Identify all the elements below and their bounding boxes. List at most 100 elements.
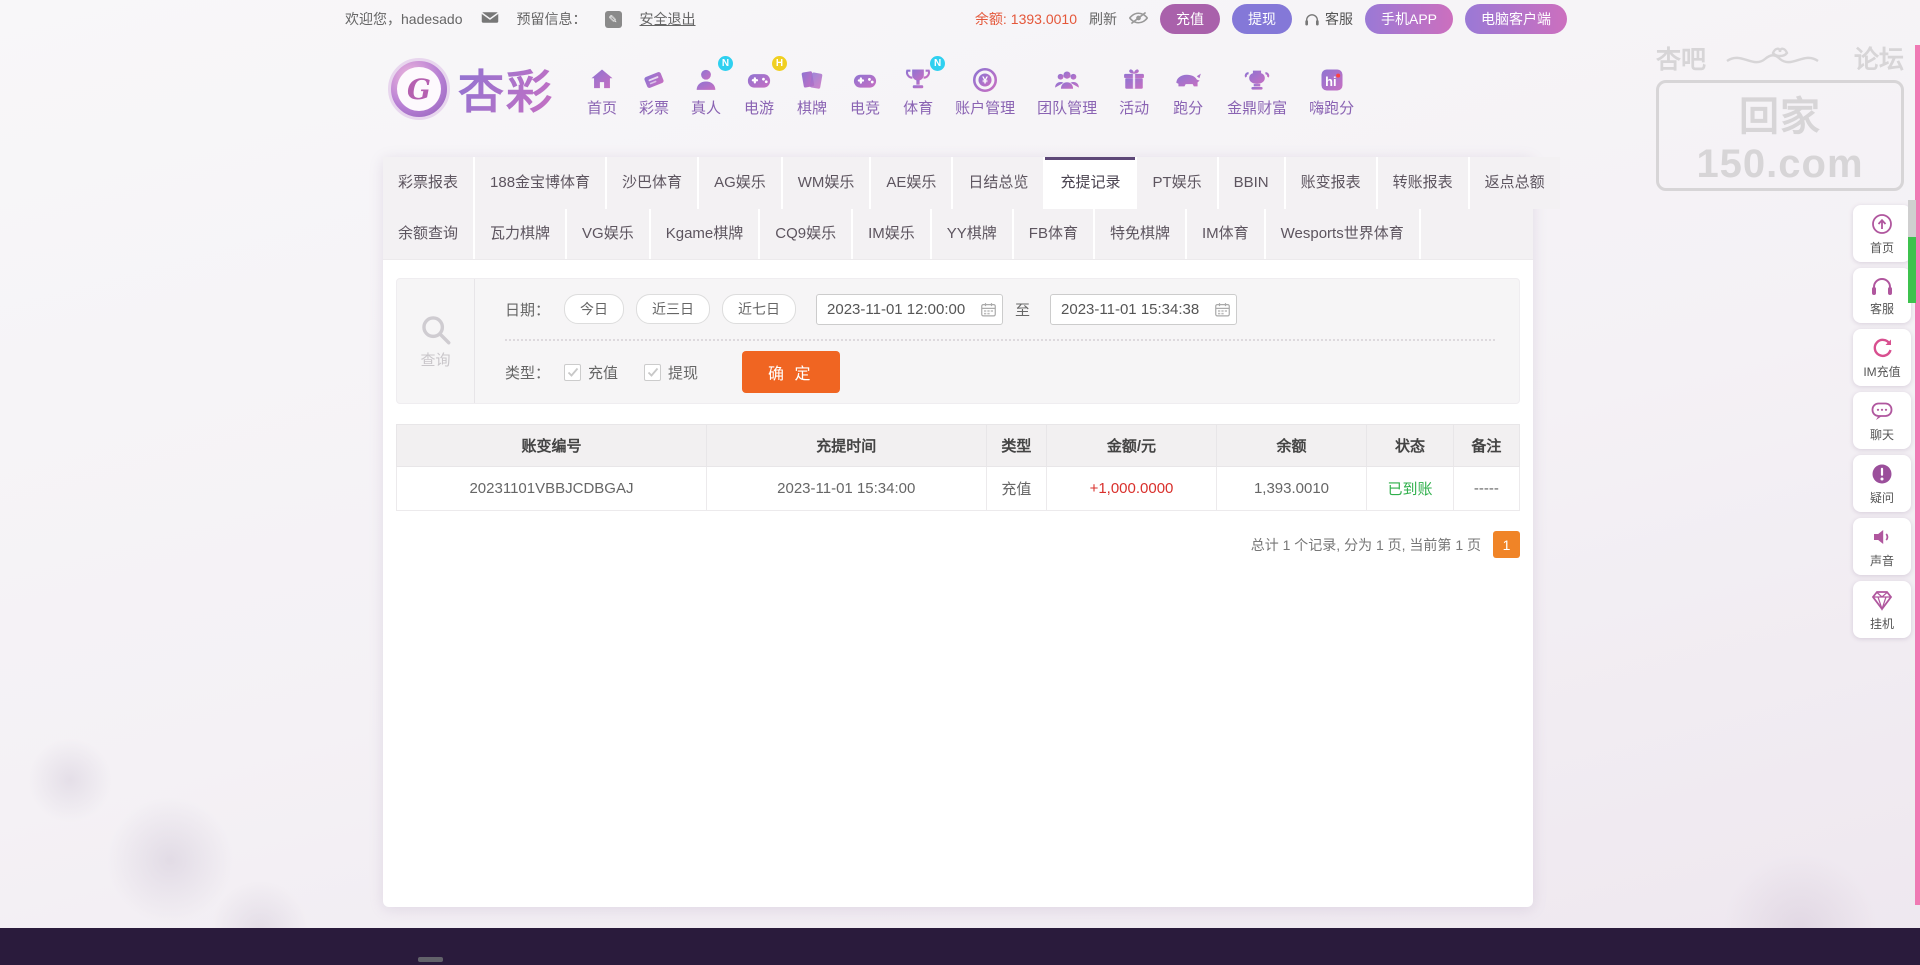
nav-item-wealth[interactable]: 金鼎财富 [1227,60,1287,118]
range-7days-button[interactable]: 近七日 [722,294,796,324]
tab-item[interactable]: IM体育 [1187,209,1264,259]
tab-item[interactable]: BBIN [1219,157,1284,209]
toolbar-back-to-top[interactable]: 首页 [1853,205,1911,262]
toolbar-question[interactable]: 疑问 [1853,455,1911,512]
search-icon [419,313,453,347]
home-icon [587,60,617,94]
tab-item[interactable]: AG娱乐 [699,157,781,209]
filter-panel: 查询 日期： 今日 近三日 近七日 至 类型： [396,278,1520,404]
date-from-input[interactable] [816,294,1003,325]
tab-item[interactable]: 账变报表 [1286,157,1376,209]
calendar-icon [1215,302,1230,317]
type-recharge-checkbox[interactable]: 充值 [564,362,618,383]
eye-off-icon[interactable] [1129,11,1148,28]
hot-badge: H [772,56,787,71]
records-table: 账变编号 充提时间 类型 金额/元 余额 状态 备注 20231101VBBJC… [396,424,1520,511]
tab-item[interactable]: 彩票报表 [383,157,473,209]
rhino-icon [1171,60,1205,94]
new-badge: N [718,56,733,71]
confirm-button[interactable]: 确 定 [742,351,839,393]
page-1-button[interactable]: 1 [1493,531,1520,558]
toolbar-sound[interactable]: 声音 [1853,518,1911,575]
nav-item-hipaofen[interactable]: hi 嗨跑分 [1309,60,1354,118]
report-tabs: 彩票报表 188金宝博体育 沙巴体育 AG娱乐 WM娱乐 AE娱乐 日结总览 充… [383,157,1533,260]
tab-item[interactable]: Wesports世界体育 [1266,209,1419,259]
query-block: 查询 [397,279,475,403]
toolbar-idle[interactable]: 挂机 [1853,581,1911,638]
range-3days-button[interactable]: 近三日 [636,294,710,324]
date-to-input[interactable] [1050,294,1237,325]
tab-item[interactable]: 特免棋牌 [1095,209,1185,259]
right-edge-strip [1915,45,1920,905]
tab-item[interactable]: 瓦力棋牌 [475,209,565,259]
nav-item-lottery[interactable]: 彩票 [639,60,669,118]
tab-item[interactable]: YY棋牌 [932,209,1012,259]
nav-item-promotions[interactable]: 活动 [1119,60,1149,118]
tab-item[interactable]: WM娱乐 [783,157,870,209]
logout-link[interactable]: 安全退出 [640,9,696,29]
tab-item[interactable]: VG娱乐 [567,209,649,259]
pagination: 总计 1 个记录, 分为 1 页, 当前第 1 页 1 [396,531,1520,558]
nav-item-sports[interactable]: N 体育 [903,60,933,118]
query-label: 查询 [420,349,450,370]
tab-item[interactable]: Kgame棋牌 [651,209,759,259]
svg-text:¥: ¥ [982,75,988,87]
tab-item-active[interactable]: 充提记录 [1045,157,1135,209]
content-panel: 彩票报表 188金宝博体育 沙巴体育 AG娱乐 WM娱乐 AE娱乐 日结总览 充… [383,157,1533,907]
tab-item[interactable]: 余额查询 [383,209,473,259]
tab-item[interactable]: 沙巴体育 [607,157,697,209]
welcome-text: 欢迎您，hadesado [345,9,463,29]
brand-logo[interactable]: G 杏彩 [388,56,554,122]
cell-record-id: 20231101VBBJCDBGAJ [397,467,707,511]
type-withdraw-checkbox[interactable]: 提现 [644,362,698,383]
nav-item-home[interactable]: 首页 [587,60,617,118]
customer-service-link[interactable]: 客服 [1304,9,1353,29]
tab-item[interactable]: CQ9娱乐 [760,209,851,259]
toolbar-im-recharge[interactable]: IM充值 [1853,329,1911,386]
flourish-icon [1725,45,1835,71]
tab-item[interactable]: FB体育 [1014,209,1093,259]
mail-icon[interactable] [481,11,499,27]
live-person-icon: N [691,60,721,94]
back-to-top-icon [1870,212,1894,236]
cell-amount: +1,000.0000 [1047,467,1217,511]
tab-item[interactable]: 转账报表 [1378,157,1468,209]
withdraw-button[interactable]: 提现 [1232,4,1292,34]
watermark-right-text: 论坛 [1854,40,1904,76]
nav-item-paofen[interactable]: 跑分 [1171,60,1205,118]
nav-item-esports[interactable]: 电竞 [849,60,881,118]
tab-item[interactable]: 日结总览 [953,157,1043,209]
refresh-link[interactable]: 刷新 [1089,9,1117,29]
scrollbar-thumb[interactable] [1908,237,1916,303]
pc-client-button[interactable]: 电脑客户端 [1465,4,1567,34]
toolbar-customer-service[interactable]: 客服 [1853,268,1911,323]
nav-item-boardgames[interactable]: 棋牌 [797,60,827,118]
reserved-info-label: 预留信息： [517,9,587,29]
nav-item-account[interactable]: ¥ 账户管理 [955,60,1015,118]
scrollbar-track[interactable] [1908,200,1916,237]
col-header: 金额/元 [1047,425,1217,467]
gem-icon [1870,588,1894,612]
tab-item[interactable]: 返点总额 [1470,157,1560,209]
team-icon [1051,60,1083,94]
watermark-left-text: 杏吧 [1656,40,1706,76]
footer-decoration [418,957,443,962]
edit-pencil-icon[interactable]: ✎ [605,11,622,28]
tab-item[interactable]: AE娱乐 [871,157,951,209]
cell-remark: ----- [1453,467,1519,511]
toolbar-chat[interactable]: 聊天 [1853,392,1911,449]
nav-item-slots[interactable]: H 电游 [743,60,775,118]
range-today-button[interactable]: 今日 [564,294,624,324]
col-header: 充提时间 [706,425,986,467]
tab-item[interactable]: PT娱乐 [1137,157,1216,209]
main-nav: 首页 彩票 N 真人 H 电游 棋牌 电竞 N 体育 ¥ 账户管理 [576,60,1365,118]
cell-time: 2023-11-01 15:34:00 [706,467,986,511]
new-badge: N [930,56,945,71]
calendar-icon [981,302,996,317]
nav-item-team[interactable]: 团队管理 [1037,60,1097,118]
mobile-app-button[interactable]: 手机APP [1365,4,1453,34]
tab-item[interactable]: IM娱乐 [853,209,930,259]
recharge-button[interactable]: 充值 [1160,4,1220,34]
nav-item-live[interactable]: N 真人 [691,60,721,118]
tab-item[interactable]: 188金宝博体育 [475,157,605,209]
